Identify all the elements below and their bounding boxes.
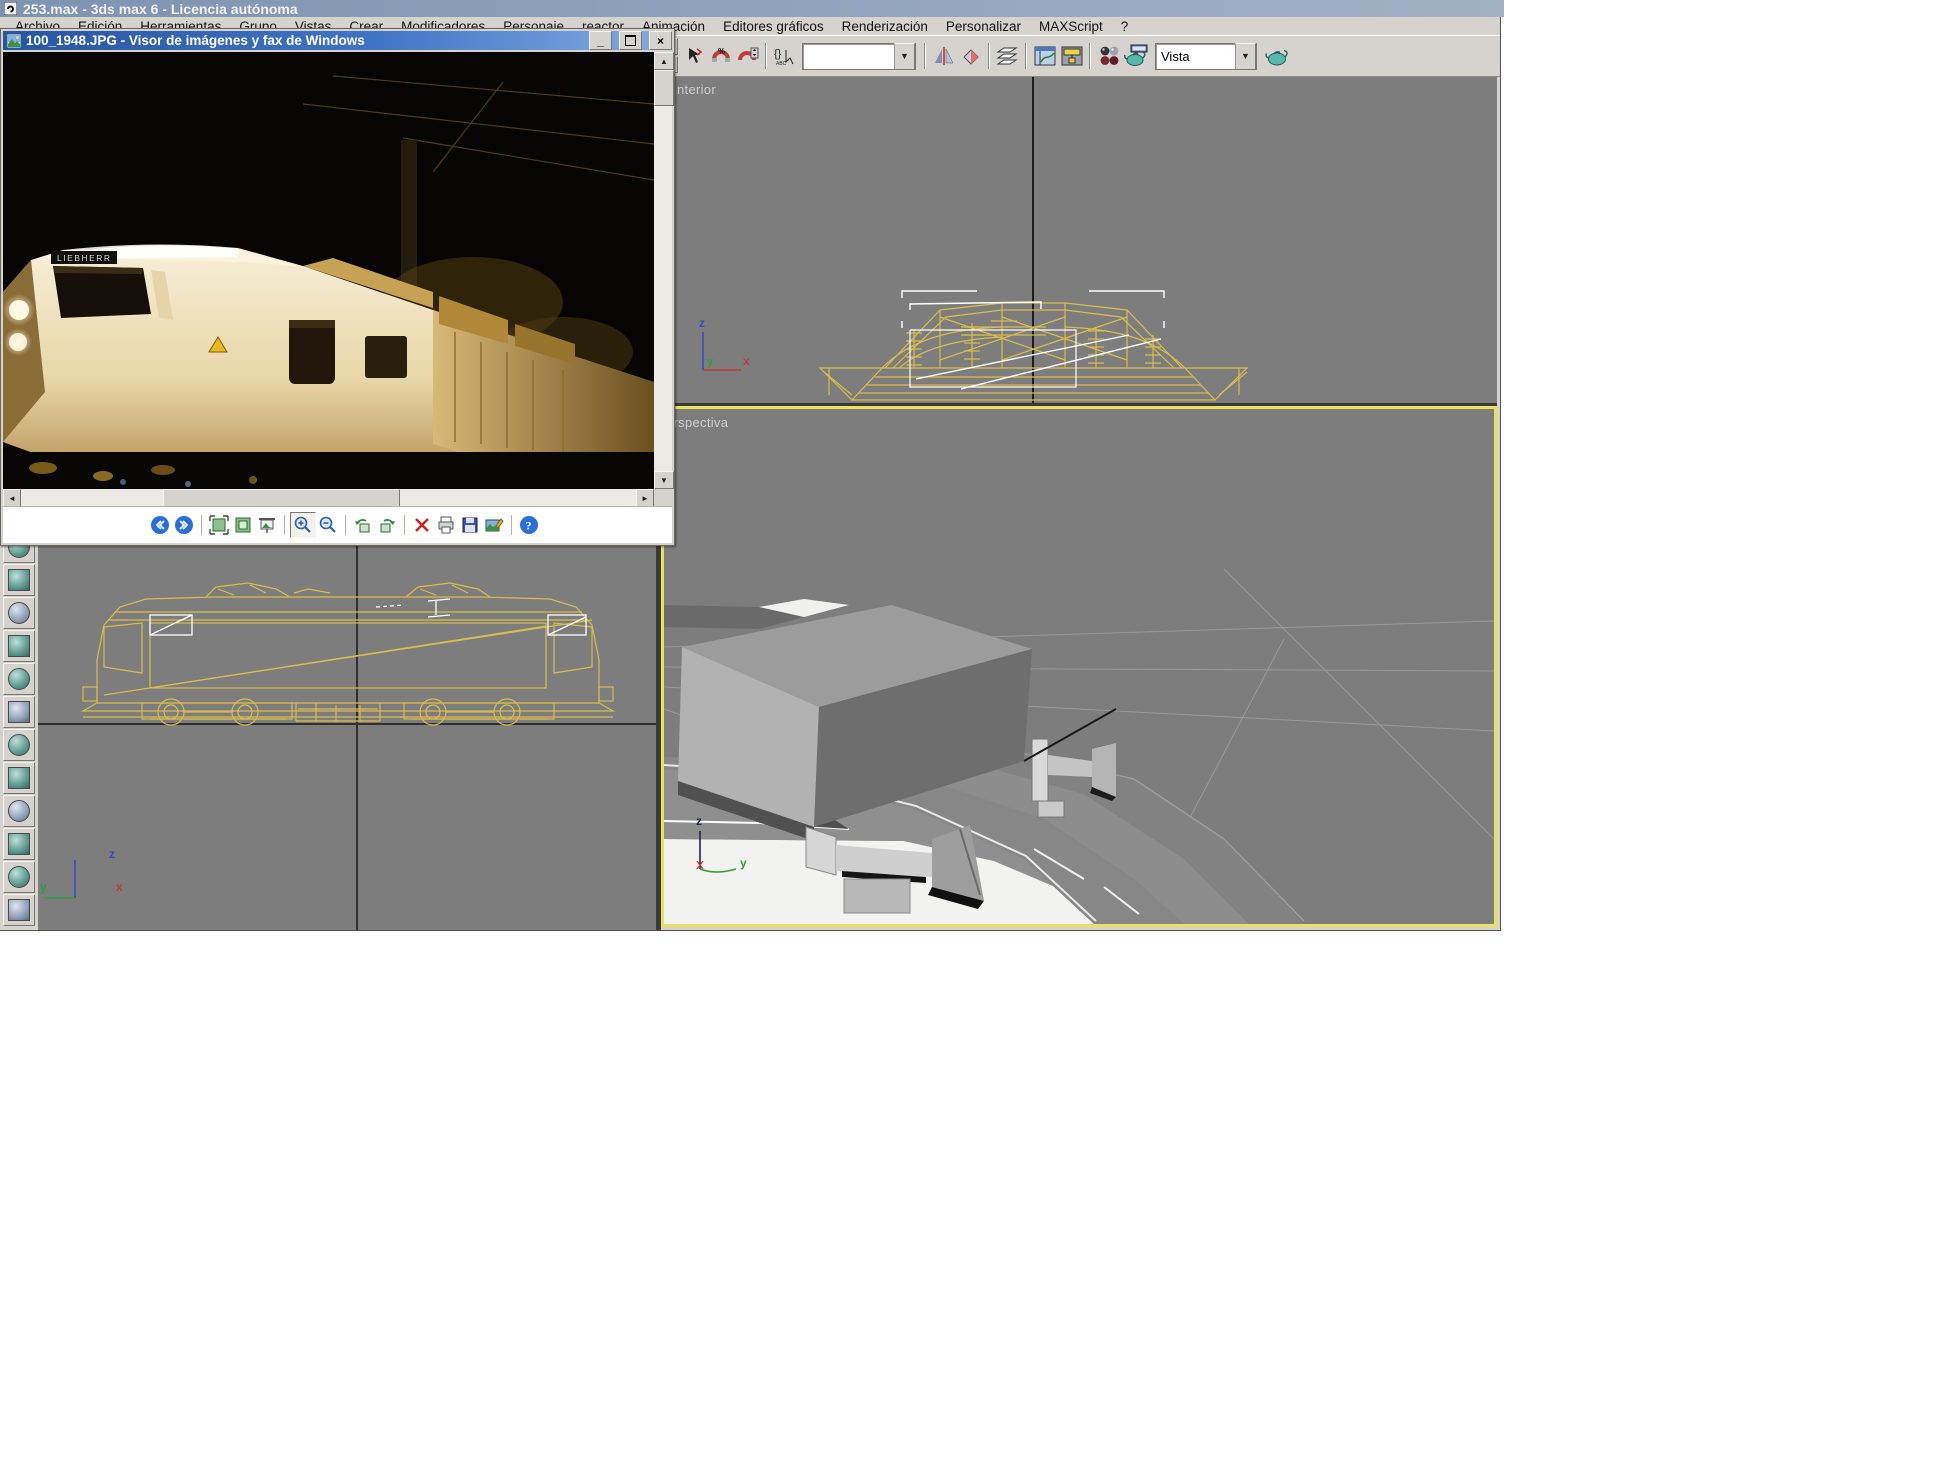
zoom-out-button[interactable] xyxy=(316,513,340,537)
best-fit-button[interactable] xyxy=(207,513,231,537)
viewer-app-icon xyxy=(7,34,21,48)
app-titlebar[interactable]: 253.max - 3ds max 6 - Licencia autónoma xyxy=(0,0,1504,17)
viewer-scroll-corner xyxy=(654,489,672,506)
material-editor-icon[interactable] xyxy=(1095,43,1122,70)
menu-item-renderizaci-n[interactable]: Renderización xyxy=(833,17,937,36)
reactor-icon-create-constraint[interactable] xyxy=(3,630,35,662)
axis-y-label: y xyxy=(707,356,714,368)
render-type-dropdown[interactable]: Vista ▼ xyxy=(1155,43,1257,70)
axis-tripod-left-view xyxy=(44,860,75,898)
reactor-icon-apply-soft-body-modifier[interactable] xyxy=(3,795,35,827)
viewer-maximize-button[interactable] xyxy=(619,31,642,50)
reactor-icon-open-property-editor[interactable] xyxy=(3,861,35,893)
quick-render-icon[interactable] xyxy=(1263,43,1290,70)
reactor-icon-preview-animation[interactable] xyxy=(3,894,35,926)
percent-snap-toggle-icon[interactable]: % xyxy=(707,43,734,70)
reactor-icon-create-fracture[interactable] xyxy=(3,663,35,695)
viewport-perspective-label: erspectiva xyxy=(666,415,728,430)
locomotive-side-wireframe xyxy=(83,583,613,725)
delete-button[interactable] xyxy=(410,513,434,537)
previous-image-button[interactable] xyxy=(148,513,172,537)
svg-text:ABC: ABC xyxy=(776,61,787,67)
viewer-hscrollbar[interactable]: ◄ ► xyxy=(3,489,654,506)
axis-y-label: y xyxy=(740,856,747,870)
mirror-icon[interactable] xyxy=(930,43,957,70)
actual-size-button[interactable] xyxy=(231,513,255,537)
spinner-snap-toggle-icon[interactable] xyxy=(734,43,761,70)
viewer-vscroll-up-button[interactable]: ▲ xyxy=(654,52,674,70)
axis-z-label: z xyxy=(696,814,702,828)
axis-x-label: x xyxy=(743,354,750,368)
menu-item-personalizar[interactable]: Personalizar xyxy=(937,17,1030,36)
reactor-icon-apply-cloth-modifier[interactable] xyxy=(3,762,35,794)
app-title-text: 253.max - 3ds max 6 - Licencia autónoma xyxy=(23,1,298,17)
print-button[interactable] xyxy=(434,513,458,537)
edit-image-button[interactable] xyxy=(482,513,506,537)
perspective-scene: z y xyxy=(664,409,1494,924)
zoom-in-button[interactable] xyxy=(290,512,316,538)
rotate-clockwise-button[interactable] xyxy=(375,513,399,537)
curve-editor-icon[interactable] xyxy=(1031,43,1058,70)
named-selection-dropdown-arrow[interactable]: ▼ xyxy=(894,43,915,70)
render-type-dropdown-arrow[interactable]: ▼ xyxy=(1235,43,1256,70)
photo-foreground xyxy=(3,452,654,489)
reactor-icon-create-wheel[interactable] xyxy=(3,696,35,728)
schematic-view-icon[interactable] xyxy=(1058,43,1085,70)
render-scene-dialog-icon[interactable] xyxy=(1122,43,1149,70)
rotate-counterclockwise-button[interactable] xyxy=(351,513,375,537)
reactor-icon-create-ragdoll[interactable] xyxy=(3,564,35,596)
viewer-vscroll-thumb[interactable] xyxy=(654,70,674,106)
bogie-rear xyxy=(404,699,554,725)
desktop-canvas: { "app": { "window_title": "253.max - 3d… xyxy=(0,0,1959,1469)
viewer-minimize-button[interactable]: _ xyxy=(589,31,612,50)
start-slideshow-button[interactable] xyxy=(255,513,279,537)
axis-x-label: x xyxy=(116,880,123,894)
viewer-vscrollbar[interactable]: ▲ ▼ xyxy=(654,52,672,489)
svg-text:%: % xyxy=(718,47,725,56)
logo-text: LIEBHERR xyxy=(57,253,112,263)
align-icon[interactable] xyxy=(957,43,984,70)
axis-z-label: z xyxy=(699,316,705,330)
svg-text:?: ? xyxy=(526,519,532,533)
edit-named-selections-icon[interactable]: {}ABC xyxy=(771,43,798,70)
reactor-icon-apply-rope-modifier[interactable] xyxy=(3,828,35,860)
image-viewer-window: 100_1948.JPG - Visor de imágenes y fax d… xyxy=(0,28,675,546)
viewer-title-text: 100_1948.JPG - Visor de imágenes y fax d… xyxy=(26,33,582,48)
menu-item--[interactable]: ? xyxy=(1112,17,1138,36)
named-selection-dropdown[interactable]: ▼ xyxy=(802,43,916,70)
render-type-value: Vista xyxy=(1156,49,1235,64)
locomotive-photo: LIEBHERR xyxy=(3,52,654,489)
viewer-toolbar: ? xyxy=(3,506,672,543)
viewport-front-view[interactable]: nterior xyxy=(661,77,1497,406)
axis-z-label: z xyxy=(109,847,115,861)
next-image-button[interactable] xyxy=(172,513,196,537)
select-and-manipulate-icon[interactable] xyxy=(680,43,707,70)
viewer-vscroll-down-button[interactable]: ▼ xyxy=(654,471,674,489)
app-icon xyxy=(4,2,17,15)
svg-text:{}: {} xyxy=(774,48,782,60)
reactor-icon-create-cloth-collection[interactable] xyxy=(3,597,35,629)
menu-item-editores-gr-ficos[interactable]: Editores gráficos xyxy=(714,17,833,36)
save-button[interactable] xyxy=(458,513,482,537)
viewer-photo-area: LIEBHERR xyxy=(3,52,654,489)
reactor-icon-create-rope-collection[interactable] xyxy=(3,729,35,761)
catenary-mast xyxy=(401,140,417,290)
viewport-perspective[interactable]: z y erspectiva xyxy=(661,406,1497,927)
menu-item-maxscript[interactable]: MAXScript xyxy=(1030,17,1112,36)
viewer-titlebar[interactable]: 100_1948.JPG - Visor de imágenes y fax d… xyxy=(3,31,672,50)
axis-y-label: y xyxy=(40,880,47,894)
viewer-close-button[interactable]: × xyxy=(649,31,672,50)
layer-manager-icon[interactable] xyxy=(994,43,1021,70)
help-button[interactable]: ? xyxy=(517,513,541,537)
bogie-front xyxy=(142,699,292,725)
